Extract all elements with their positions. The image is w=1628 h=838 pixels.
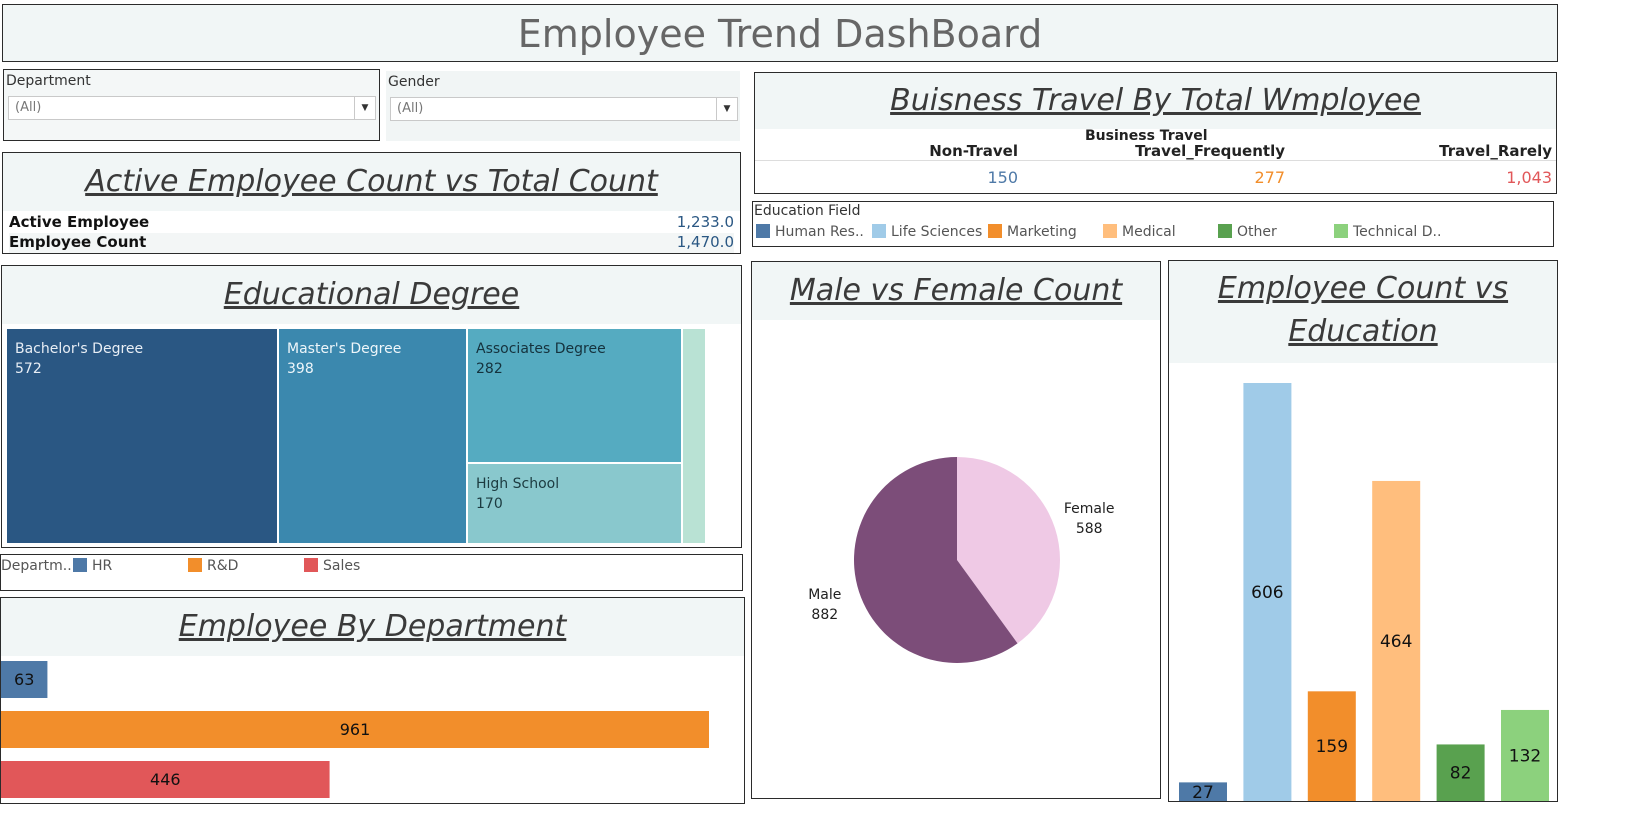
bar-label-hr: 63 [14, 670, 34, 689]
gender-filter-label: Gender [388, 74, 440, 90]
chevron-down-icon[interactable]: ▼ [716, 98, 737, 120]
gender-pie-chart: Female 588 Male 882 [808, 457, 1115, 663]
legend-item-marketing[interactable]: Marketing [988, 224, 1077, 240]
department-filter: Department (All) ▼ [3, 69, 380, 141]
employee-count-value: 1,470.0 [676, 233, 734, 251]
tile-label: High School [476, 476, 560, 492]
education-field-legend: Education Field Human Res.. Life Science… [752, 201, 1554, 247]
legend-swatch [756, 224, 770, 238]
treemap-tile-associates[interactable]: Associates Degree 282 [467, 328, 682, 463]
legend-item-sales[interactable]: Sales [304, 558, 360, 574]
legend-item-life-sciences[interactable]: Life Sciences [872, 224, 982, 240]
gender-chart-title: Male vs Female Count [789, 273, 1123, 308]
tile-value: 282 [476, 361, 503, 377]
legend-item-label: Other [1237, 224, 1277, 240]
chevron-down-icon[interactable]: ▼ [354, 97, 375, 119]
bar-label-other: 82 [1450, 764, 1472, 784]
pie-label-female: Female [1064, 501, 1115, 517]
legend-item-human-resources[interactable]: Human Res.. [756, 224, 864, 240]
travel-frequently-value: 277 [1254, 168, 1285, 187]
bar-label-sales: 446 [150, 770, 181, 789]
department-filter-label: Department [6, 73, 91, 89]
travel-rarely-value: 1,043 [1506, 168, 1552, 187]
active-employee-row: Active Employee 1,233.0 [9, 213, 734, 233]
educational-degree-title: Educational Degree [223, 277, 520, 312]
travel-frequently-label: Travel_Frequently [1135, 142, 1285, 160]
degree-treemap: Bachelor's Degree 572 Master's Degree 39… [6, 328, 709, 544]
business-travel-card: Buisness Travel By Total Wmployee Busine… [754, 72, 1557, 194]
tile-value: 170 [476, 496, 503, 512]
department-legend-title: Departm.. [1, 558, 72, 574]
legend-item-label: Medical [1122, 224, 1176, 240]
employee-count-label: Employee Count [9, 233, 147, 251]
legend-item-label: R&D [207, 558, 239, 574]
gender-card: Male vs Female Count Female 588 Male 882 [751, 261, 1161, 799]
education-chart-title: Employee Count vs Education [1217, 271, 1509, 349]
non-travel-label: Non-Travel [929, 142, 1018, 160]
active-employee-value: 1,233.0 [676, 213, 734, 231]
legend-swatch [188, 558, 202, 572]
active-employee-label: Active Employee [9, 213, 150, 231]
employee-by-department-card: Employee By Department 63 961 446 [0, 597, 745, 804]
pie-label-male: Male [808, 587, 841, 603]
tile-value: 398 [287, 361, 314, 377]
treemap-tile-masters[interactable]: Master's Degree 398 [278, 328, 467, 544]
legend-swatch [1218, 224, 1232, 238]
treemap-tile-bachelors[interactable]: Bachelor's Degree 572 [6, 328, 278, 544]
department-legend: Departm.. HR R&D Sales [0, 554, 743, 591]
legend-item-rd[interactable]: R&D [188, 558, 238, 574]
legend-item-label: Life Sciences [891, 224, 983, 240]
gender-select[interactable]: (All) ▼ [390, 97, 738, 121]
department-select-value: (All) [15, 100, 42, 115]
travel-rarely-label: Travel_Rarely [1439, 142, 1552, 160]
legend-item-label: Sales [323, 558, 361, 574]
bar-label-r-d: 961 [340, 720, 371, 739]
pie-value-female: 588 [1076, 521, 1103, 537]
bar-label-human-res: 27 [1192, 783, 1214, 801]
legend-item-medical[interactable]: Medical [1103, 224, 1176, 240]
treemap-tile-other[interactable] [682, 328, 706, 544]
pie-value-male: 882 [811, 607, 838, 623]
legend-item-hr[interactable]: HR [73, 558, 112, 574]
tile-label: Master's Degree [287, 341, 402, 357]
legend-swatch [304, 558, 318, 572]
legend-swatch [988, 224, 1002, 238]
legend-swatch [1103, 224, 1117, 238]
education-field-legend-title: Education Field [754, 203, 861, 219]
bar-label-technical-d: 132 [1509, 746, 1541, 766]
educational-degree-card: Educational Degree Bachelor's Degree 572… [1, 265, 742, 548]
active-employee-card: Active Employee Count vs Total Count Act… [2, 152, 741, 254]
bar-label-life-sciences: 606 [1251, 583, 1283, 603]
employee-by-department-title: Employee By Department [178, 609, 567, 644]
active-employee-title: Active Employee Count vs Total Count [85, 164, 658, 199]
bar-label-marketing: 159 [1316, 737, 1348, 757]
legend-item-label: Human Res.. [775, 224, 864, 240]
legend-swatch [73, 558, 87, 572]
department-select[interactable]: (All) ▼ [8, 96, 376, 120]
non-travel-value: 150 [987, 168, 1018, 187]
dashboard-title: Employee Trend DashBoard [517, 12, 1043, 56]
gender-select-value: (All) [397, 101, 424, 116]
legend-item-other[interactable]: Other [1218, 224, 1277, 240]
legend-item-technical-degree[interactable]: Technical D.. [1334, 224, 1441, 240]
bar-label-medical: 464 [1380, 632, 1412, 652]
employee-count-row: Employee Count 1,470.0 [9, 233, 734, 253]
legend-swatch [1334, 224, 1348, 238]
legend-item-label: Marketing [1007, 224, 1077, 240]
legend-item-label: HR [92, 558, 113, 574]
dashboard-header: Employee Trend DashBoard [2, 4, 1558, 62]
education-count-card: Employee Count vs Education 27 606 159 464 8… [1168, 260, 1558, 802]
education-bar-chart: 27 606 159 464 82 132 [1179, 383, 1549, 801]
treemap-tile-high-school[interactable]: High School 170 [467, 463, 682, 544]
legend-item-label: Technical D.. [1353, 224, 1442, 240]
business-travel-title: Buisness Travel By Total Wmployee [890, 83, 1421, 118]
legend-swatch [872, 224, 886, 238]
tile-label: Associates Degree [476, 341, 606, 357]
tile-value: 572 [15, 361, 42, 377]
department-bar-chart: 63 961 446 [1, 661, 709, 798]
tile-label: Bachelor's Degree [15, 341, 144, 357]
gender-filter: Gender (All) ▼ [386, 71, 740, 141]
